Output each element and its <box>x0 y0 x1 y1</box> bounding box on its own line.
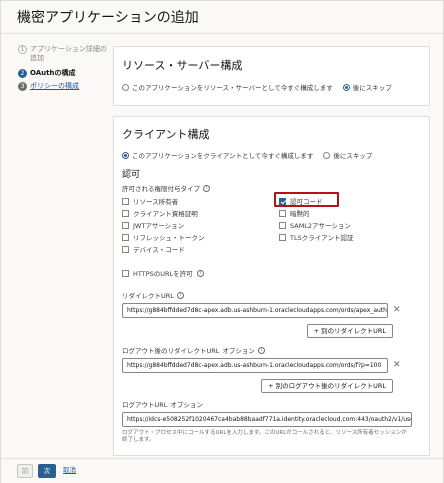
client-options: このアプリケーションをクライアントとして今すぐ構成します 後にスキップ <box>122 150 421 160</box>
allow-https-row: HTTPSのURLを許可 i <box>122 268 421 278</box>
add-logout-redirect-button[interactable]: + 別のログアウト後のリダイレクトURL <box>261 379 393 393</box>
remove-redirect-icon[interactable]: ✕ <box>393 306 401 315</box>
checkbox-icon[interactable] <box>279 233 286 241</box>
grant-types-label: 許可される権限付与タイプ i <box>122 183 421 193</box>
grant-tls[interactable]: TLSクライアント認証 <box>279 232 353 242</box>
logout-url-optional: オプション <box>170 401 203 409</box>
grant-refresh-token-label: リフレッシュ・トークン <box>133 234 205 242</box>
grant-refresh-token[interactable]: リフレッシュ・トークン <box>122 232 205 242</box>
wizard-steps: 1 アプリケーション詳細の追加 2 OAuthの構成 3 ポリシーの構成 <box>18 45 110 95</box>
grant-jwt[interactable]: JWTアサーション <box>122 220 184 230</box>
redirect-url-row: https://g884bffdded7d8c-apex.adb.us-ashb… <box>122 303 421 318</box>
resource-server-now-label: このアプリケーションをリソース・サーバーとして今すぐ構成します <box>132 84 333 92</box>
add-redirect-url-button[interactable]: + 別のリダイレクトURL <box>306 324 393 338</box>
grant-resource-owner[interactable]: リソース所有者 <box>122 196 178 206</box>
grant-device-code[interactable]: デバイス・コード <box>122 244 185 254</box>
title-divider <box>1 33 443 34</box>
step-1-label: アプリケーション詳細の追加 <box>30 45 107 62</box>
resource-server-options: このアプリケーションをリソース・サーバーとして今すぐ構成します 後にスキップ <box>122 82 421 92</box>
grant-client-credentials[interactable]: クライアント資格証明 <box>122 208 198 218</box>
step-2[interactable]: 2 OAuthの構成 <box>18 69 110 78</box>
info-icon[interactable]: i <box>176 291 184 299</box>
logout-redirect-label: ログアウト後のリダイレクトURL オプション i <box>122 345 421 355</box>
step-1[interactable]: 1 アプリケーション詳細の追加 <box>18 45 110 63</box>
grant-implicit-label: 暗黙的 <box>290 210 310 218</box>
info-icon[interactable]: i <box>196 269 204 277</box>
client-config-panel: クライアント構成 このアプリケーションをクライアントとして今すぐ構成します 後に… <box>113 116 430 456</box>
grant-device-code-label: デバイス・コード <box>133 246 185 254</box>
logout-url-label: ログアウトURL オプション <box>122 399 421 409</box>
radio-icon[interactable] <box>122 83 129 91</box>
next-button[interactable]: 次 <box>38 464 56 478</box>
resource-server-skip-label: 後にスキップ <box>352 84 392 92</box>
checkbox-icon[interactable] <box>122 221 129 229</box>
step-3-label[interactable]: ポリシーの構成 <box>30 82 79 90</box>
logout-redirect-row: https://g884bffdded7d8c-apex.adb.us-ashb… <box>122 358 421 373</box>
redirect-url-label: リダイレクトURL i <box>122 290 421 300</box>
checkbox-icon[interactable] <box>122 197 129 205</box>
grant-implicit[interactable]: 暗黙的 <box>279 208 310 218</box>
checkbox-icon[interactable] <box>279 221 286 229</box>
radio-selected-icon[interactable] <box>122 151 129 159</box>
grant-authorization-code-label: 認可コード <box>290 198 323 206</box>
checkbox-checked-icon[interactable] <box>279 197 286 205</box>
grant-authorization-code[interactable]: 認可コード <box>279 196 323 206</box>
grant-tls-label: TLSクライアント認証 <box>290 234 354 242</box>
grant-types-group: リソース所有者 クライアント資格証明 JWTアサーション リフレッシュ・トークン… <box>122 192 421 258</box>
dialog: 機密アプリケーションの追加 1 アプリケーション詳細の追加 2 OAuthの構成… <box>0 0 444 483</box>
checkbox-icon[interactable] <box>122 233 129 241</box>
radio-icon[interactable] <box>323 151 331 159</box>
checkbox-icon[interactable] <box>122 209 129 217</box>
client-skip-label: 後にスキップ <box>333 152 373 160</box>
checkbox-icon[interactable] <box>122 245 129 253</box>
logout-url-input[interactable]: https://idcs-e508252f1020467ca4bab88baad… <box>122 412 412 427</box>
logout-redirect-optional: オプション <box>222 347 255 355</box>
step-2-number: 2 <box>18 69 27 78</box>
resource-server-skip-option[interactable]: 後にスキップ <box>342 82 392 92</box>
dialog-footer: 前 次 取消 <box>1 458 443 483</box>
radio-selected-icon[interactable] <box>342 83 350 91</box>
client-skip-option[interactable]: 後にスキップ <box>323 150 372 160</box>
grant-jwt-label: JWTアサーション <box>133 222 185 230</box>
logout-url-label-text: ログアウトURL <box>122 401 168 409</box>
redirect-url-input[interactable]: https://g884bffdded7d8c-apex.adb.us-ashb… <box>122 303 388 318</box>
resource-server-now-option[interactable]: このアプリケーションをリソース・サーバーとして今すぐ構成します <box>122 82 333 92</box>
step-3-number: 3 <box>18 82 27 91</box>
client-now-label: このアプリケーションをクライアントとして今すぐ構成します <box>132 152 314 160</box>
redirect-url-label-text: リダイレクトURL <box>122 292 174 300</box>
step-3[interactable]: 3 ポリシーの構成 <box>18 82 110 91</box>
logout-redirect-input[interactable]: https://g884bffdded7d8c-apex.adb.us-ashb… <box>122 358 388 373</box>
back-button[interactable]: 前 <box>17 464 33 478</box>
info-icon[interactable]: i <box>203 184 210 192</box>
checkbox-icon[interactable] <box>279 209 286 217</box>
grant-resource-owner-label: リソース所有者 <box>133 198 179 206</box>
grant-saml2-label: SAML2アサーション <box>290 222 351 230</box>
info-icon[interactable]: i <box>257 346 265 354</box>
grant-saml2[interactable]: SAML2アサーション <box>279 220 351 230</box>
grant-types-label-text: 許可される権限付与タイプ <box>122 185 200 193</box>
resource-server-heading: リソース・サーバー構成 <box>122 59 243 72</box>
allow-https-label: HTTPSのURLを許可 <box>133 270 193 278</box>
logout-url-hint: ログアウト・プロセス中にコールするURLを入力します。このURLがコールされると… <box>122 430 407 443</box>
checkbox-icon[interactable] <box>122 269 129 277</box>
page-title: 機密アプリケーションの追加 <box>17 10 199 26</box>
logout-redirect-label-text: ログアウト後のリダイレクトURL <box>122 347 220 355</box>
resource-server-panel: リソース・サーバー構成 このアプリケーションをリソース・サーバーとして今すぐ構成… <box>113 46 430 106</box>
cancel-link[interactable]: 取消 <box>63 464 83 478</box>
step-1-number: 1 <box>18 45 27 54</box>
remove-logout-redirect-icon[interactable]: ✕ <box>393 361 401 370</box>
client-config-heading: クライアント構成 <box>122 128 210 141</box>
grant-client-credentials-label: クライアント資格証明 <box>133 210 198 218</box>
client-now-option[interactable]: このアプリケーションをクライアントとして今すぐ構成します <box>122 150 313 160</box>
logout-url-row: https://idcs-e508252f1020467ca4bab88baad… <box>122 412 421 427</box>
step-2-label: OAuthの構成 <box>30 69 76 77</box>
authorization-heading: 認可 <box>122 170 141 180</box>
